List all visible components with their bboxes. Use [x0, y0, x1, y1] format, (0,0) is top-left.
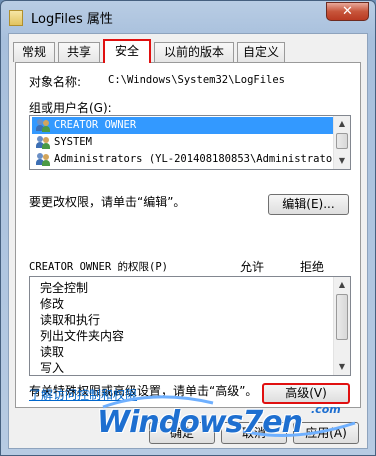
tab-sharing[interactable]: 共享 — [58, 42, 100, 62]
permissions-list[interactable]: 完全控制 修改 读取和执行 列出文件夹内容 读取 写入 ▲ ▼ — [29, 276, 351, 376]
list-item: 读取 — [40, 345, 65, 359]
users-icon — [36, 153, 50, 166]
ok-button[interactable]: 确定 — [149, 422, 215, 444]
security-panel: 对象名称: C:\Windows\System32\LogFiles 组或用户名… — [15, 62, 361, 408]
group-name: SYSTEM — [54, 136, 92, 148]
allow-header: 允许 — [240, 260, 265, 274]
scroll-down-icon[interactable]: ▼ — [334, 153, 350, 169]
title-bar[interactable]: LogFiles 属性 ✕ — [1, 1, 375, 33]
edit-button[interactable]: 编辑(E)... — [268, 194, 349, 215]
tab-previous-versions[interactable]: 以前的版本 — [154, 42, 234, 62]
object-name-value: C:\Windows\System32\LogFiles — [108, 74, 286, 86]
group-name: Administrators (YL-201408180853\Administ… — [54, 153, 345, 165]
list-item: 完全控制 — [40, 281, 89, 295]
list-item: 读取和执行 — [40, 313, 101, 327]
users-icon — [36, 136, 50, 149]
window-title: LogFiles 属性 — [31, 12, 113, 27]
advanced-button[interactable]: 高级(V) — [262, 383, 350, 404]
dialog-body: 常规 共享 安全 以前的版本 自定义 对象名称: C:\Windows\Syst… — [8, 33, 368, 449]
edit-hint: 要更改权限，请单击“编辑”。 — [29, 195, 186, 209]
scroll-up-icon[interactable]: ▲ — [334, 277, 350, 293]
list-item[interactable]: Administrators (YL-201408180853\Administ… — [32, 151, 345, 168]
properties-window: LogFiles 属性 ✕ 常规 共享 安全 以前的版本 自定义 对象名称: C… — [0, 0, 376, 456]
tab-security[interactable]: 安全 — [103, 39, 151, 63]
permissions-header: CREATOR OWNER 的权限(P) — [29, 261, 168, 273]
close-button[interactable]: ✕ — [326, 2, 369, 21]
list-item[interactable]: SYSTEM — [32, 134, 340, 151]
scroll-thumb[interactable] — [336, 133, 348, 149]
apply-button[interactable]: 应用(A) — [293, 422, 359, 444]
list-item: 列出文件夹内容 — [40, 329, 125, 343]
list-item: 修改 — [40, 297, 65, 311]
permissions-scrollbar[interactable]: ▲ ▼ — [333, 277, 350, 375]
access-control-help-link[interactable]: 了解访问控制和权限 — [29, 386, 137, 403]
scroll-down-icon[interactable]: ▼ — [334, 359, 350, 375]
scroll-up-icon[interactable]: ▲ — [334, 116, 350, 132]
group-name: CREATOR OWNER — [54, 119, 137, 131]
groups-label: 组或用户名(G): — [29, 101, 112, 115]
tab-customize[interactable]: 自定义 — [237, 42, 285, 62]
list-item: 写入 — [40, 361, 65, 375]
object-name-label: 对象名称: — [29, 75, 82, 89]
cancel-button[interactable]: 取消 — [221, 422, 287, 444]
groups-list[interactable]: CREATOR OWNER SYSTEM Administrators (YL-… — [29, 115, 351, 170]
groups-scrollbar[interactable]: ▲ ▼ — [333, 116, 350, 169]
users-icon — [36, 119, 50, 132]
list-item[interactable]: CREATOR OWNER — [32, 117, 340, 134]
folder-icon — [9, 10, 23, 26]
tab-general[interactable]: 常规 — [13, 42, 55, 62]
deny-header: 拒绝 — [300, 260, 325, 274]
scroll-thumb[interactable] — [336, 294, 348, 340]
